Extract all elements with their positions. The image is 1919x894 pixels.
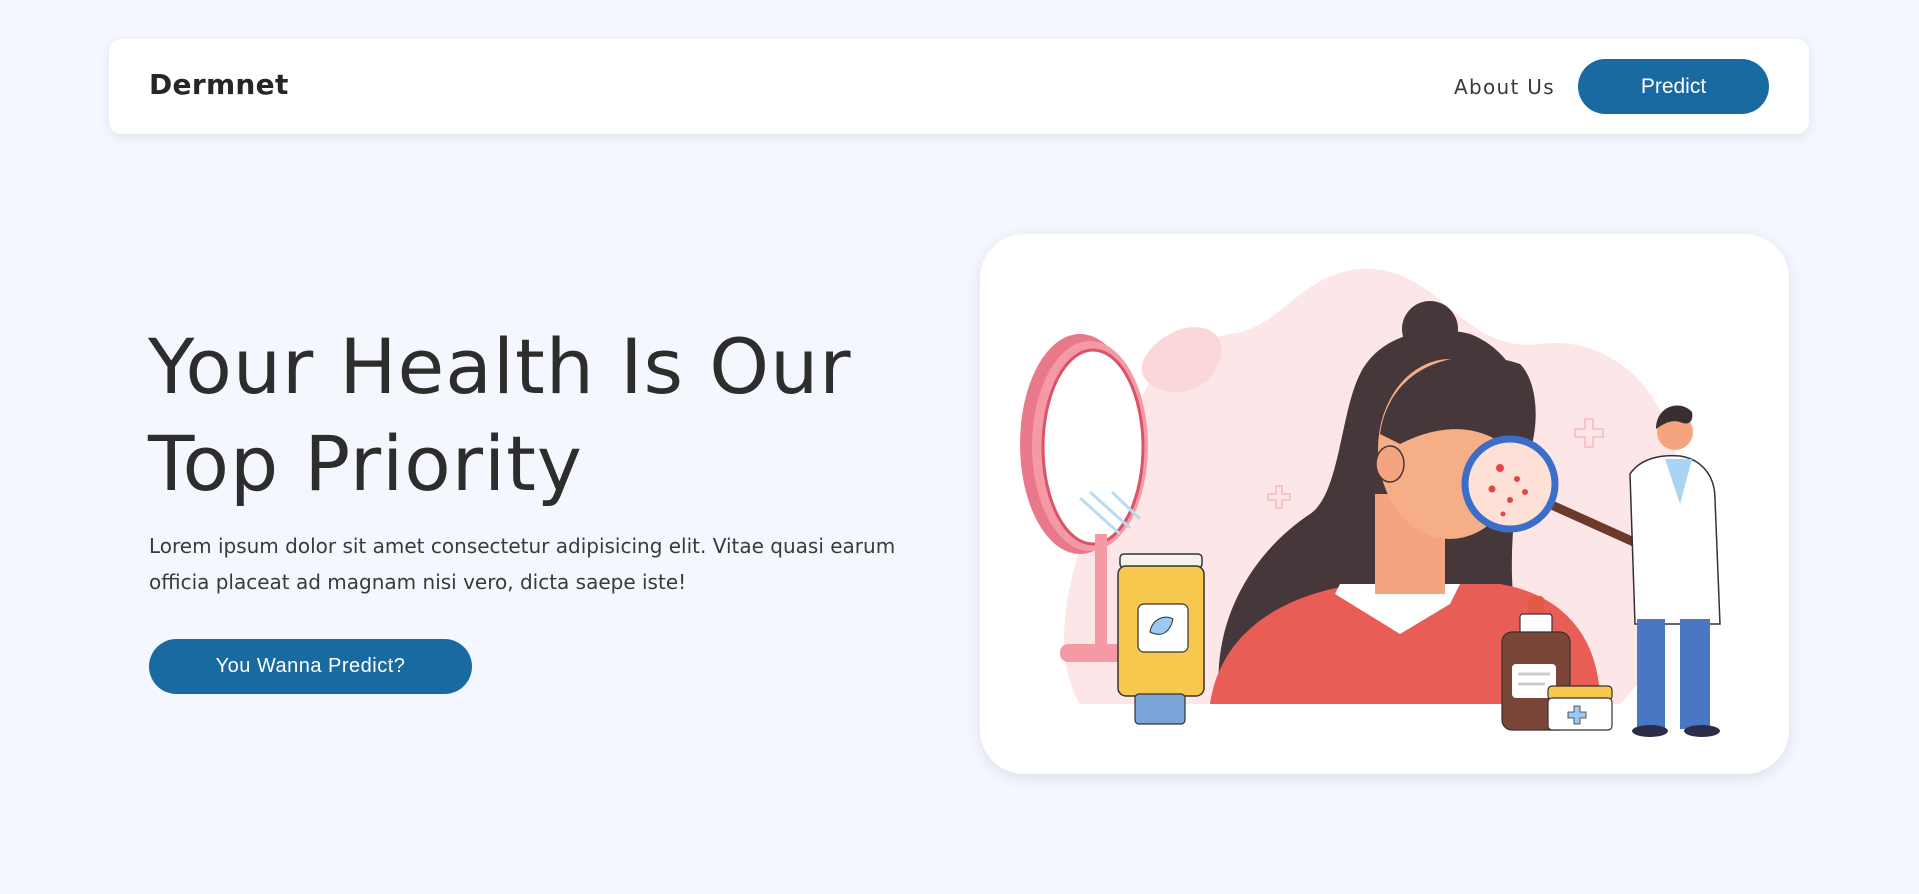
wanna-predict-button[interactable]: You Wanna Predict? (149, 639, 472, 694)
hero-title: Your Health Is Our Top Priority (148, 318, 948, 512)
hero-title-line-1: Your Health Is Our (148, 322, 852, 411)
dermatologist-illustration (1020, 268, 1721, 737)
bottle-cap (1519, 613, 1553, 635)
doctor-shoe-left (1632, 725, 1668, 737)
doctor-shoe-right (1684, 725, 1720, 737)
predict-button[interactable]: Predict (1578, 59, 1769, 114)
mirror-stand (1095, 534, 1107, 654)
nav-link-about[interactable]: About Us (1454, 75, 1555, 99)
mirror-glass (1041, 348, 1145, 546)
navbar: Dermnet About Us Predict (109, 39, 1809, 134)
cream-tube-bottom (1134, 693, 1186, 725)
brand-logo[interactable]: Dermnet (149, 68, 289, 101)
hero-illustration-card (980, 234, 1789, 774)
woman-hair-bun (1402, 301, 1458, 357)
doctor-pants-right (1680, 619, 1710, 729)
magnifier-lens (1461, 435, 1559, 533)
hero-title-line-2: Top Priority (148, 419, 583, 508)
woman-ear (1375, 445, 1405, 483)
hero-description: Lorem ipsum dolor sit amet consectetur a… (149, 534, 896, 594)
doctor-pants-left (1637, 619, 1665, 729)
